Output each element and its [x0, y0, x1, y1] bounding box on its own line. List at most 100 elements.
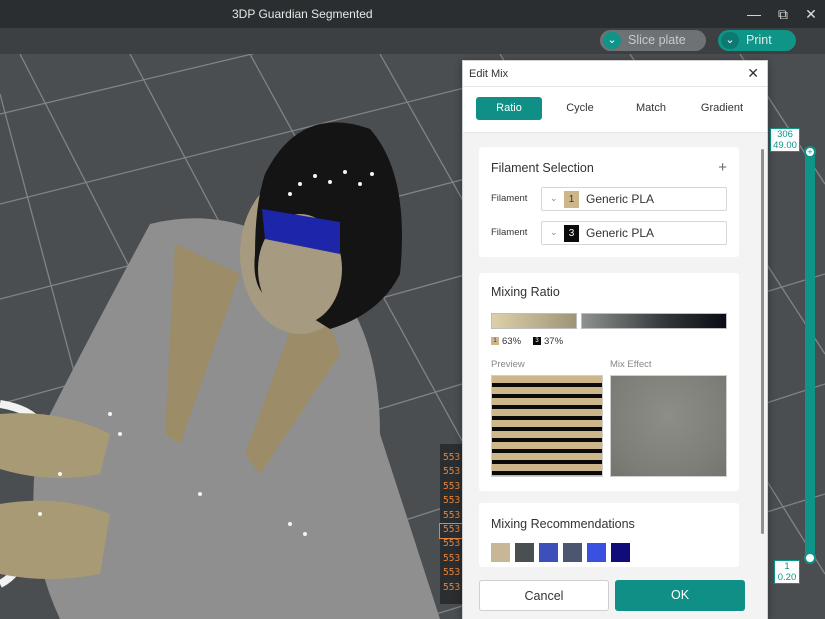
- ok-button[interactable]: OK: [615, 580, 745, 611]
- layer-item-selected[interactable]: 553: [439, 522, 465, 540]
- stripe-band: [492, 376, 602, 383]
- mixing-ratio-heading: Mixing Ratio: [491, 285, 560, 299]
- layer-list[interactable]: 553 553 553 553 553 553 553 553 553 553: [439, 444, 465, 604]
- mix-effect-label: Mix Effect: [610, 359, 652, 370]
- layer-item[interactable]: 553: [440, 538, 464, 552]
- ratio-percent-1: 1 63%: [491, 336, 521, 347]
- print-label: Print: [746, 33, 772, 47]
- stripe-band: [492, 387, 602, 394]
- preview-label: Preview: [491, 359, 525, 370]
- stripe-band: [492, 438, 602, 442]
- stripe-band: [492, 471, 602, 475]
- filament-label: Filament: [491, 193, 528, 204]
- recommendation-swatch[interactable]: [515, 543, 534, 562]
- filament-name: Generic PLA: [586, 192, 655, 206]
- bottom-layer-number: 1: [784, 561, 790, 572]
- layer-item[interactable]: 553: [440, 582, 464, 596]
- ratio-percent-value: 37%: [544, 336, 564, 347]
- stripe-band: [492, 449, 602, 453]
- stripe-band: [492, 427, 602, 431]
- recommendation-swatch[interactable]: [491, 543, 510, 562]
- stripe-band: [492, 431, 602, 438]
- recommendation-swatch[interactable]: [539, 543, 558, 562]
- chevron-down-icon: ⌄: [550, 227, 558, 237]
- recommendation-swatch[interactable]: [587, 543, 606, 562]
- slice-plate-label: Slice plate: [628, 33, 686, 47]
- top-layer-number: 306: [777, 129, 793, 140]
- layer-item[interactable]: 553: [440, 553, 464, 567]
- dialog-footer: Cancel OK: [463, 567, 767, 619]
- mix-mode-tabs: Ratio Cycle Match Gradient: [463, 87, 767, 133]
- slice-plate-button[interactable]: ⌄ Slice plate: [600, 30, 706, 51]
- layer-item[interactable]: 553: [440, 510, 464, 524]
- stripe-band: [492, 460, 602, 464]
- stripe-band: [492, 464, 602, 471]
- bottom-layer-label: 1 0.20: [774, 560, 800, 584]
- window-title: 3DP Guardian Segmented: [232, 7, 373, 21]
- filament-index-badge: 1: [491, 337, 499, 346]
- stripe-band: [492, 420, 602, 427]
- mixing-ratio-card: Mixing Ratio 1 63% 3 37% Preview Mix Effec…: [479, 273, 739, 491]
- tab-cycle[interactable]: Cycle: [547, 97, 613, 120]
- layer-slider-fill: [807, 154, 813, 556]
- top-layer-label: 306 49.00: [770, 128, 800, 152]
- mix-effect-swatch: [610, 375, 727, 477]
- close-icon[interactable]: ✕: [800, 4, 822, 24]
- stripe-band: [492, 405, 602, 409]
- chevron-down-icon[interactable]: ⌄: [603, 32, 621, 49]
- dialog-header: Edit Mix ✕: [463, 61, 767, 87]
- tab-gradient[interactable]: Gradient: [689, 97, 755, 120]
- recommendation-swatch[interactable]: [611, 543, 630, 562]
- plus-icon[interactable]: +: [718, 159, 727, 176]
- tab-ratio[interactable]: Ratio: [476, 97, 542, 120]
- edit-mix-dialog: Edit Mix ✕ Ratio Cycle Match Gradient Fi…: [462, 60, 768, 619]
- mixing-recommendations-heading: Mixing Recommendations: [491, 517, 635, 531]
- print-button[interactable]: ⌄ Print: [718, 30, 796, 51]
- filament-index-badge: 3: [564, 225, 579, 242]
- stripe-band: [492, 394, 602, 398]
- filament-row: Filament ⌄ 3 Generic PLA: [491, 221, 729, 245]
- layer-item[interactable]: 553: [440, 466, 464, 480]
- cancel-button[interactable]: Cancel: [479, 580, 609, 611]
- tab-match[interactable]: Match: [618, 97, 684, 120]
- ratio-bar-filament-1[interactable]: [491, 313, 577, 329]
- filament-label: Filament: [491, 227, 528, 238]
- stripe-band: [492, 453, 602, 460]
- ratio-bar-filament-3[interactable]: [581, 313, 727, 329]
- layer-item[interactable]: 553: [440, 567, 464, 581]
- filament-select[interactable]: ⌄ 1 Generic PLA: [541, 187, 727, 211]
- stripe-band: [492, 442, 602, 449]
- layer-slider-bottom-handle[interactable]: [804, 552, 816, 564]
- recommendation-swatch[interactable]: [563, 543, 582, 562]
- chevron-down-icon[interactable]: ⌄: [721, 32, 739, 49]
- ratio-percent-value: 63%: [502, 336, 522, 347]
- stripe-band: [492, 409, 602, 416]
- dialog-scrollbar[interactable]: [761, 149, 764, 534]
- layer-item[interactable]: 553: [440, 452, 464, 466]
- restore-icon[interactable]: ⧉: [772, 4, 794, 24]
- filament-name: Generic PLA: [586, 226, 655, 240]
- minimize-icon[interactable]: —: [743, 4, 765, 24]
- stripe-preview-graphic: [492, 376, 602, 476]
- filament-selection-card: Filament Selection + Filament ⌄ 1 Generi…: [479, 147, 739, 257]
- bottom-layer-height: 0.20: [777, 572, 797, 583]
- filament-select[interactable]: ⌄ 3 Generic PLA: [541, 221, 727, 245]
- close-icon[interactable]: ✕: [747, 65, 759, 82]
- ratio-percent-3: 3 37%: [533, 336, 563, 347]
- filament-index-badge: 1: [564, 191, 579, 208]
- layer-item[interactable]: 553: [440, 481, 464, 495]
- stripe-preview: [491, 375, 603, 477]
- stripe-band: [492, 383, 602, 387]
- layer-item[interactable]: 553: [440, 495, 464, 509]
- stripe-band: [492, 416, 602, 420]
- filament-index-badge: 3: [533, 337, 541, 346]
- mixing-recommendations-card: Mixing Recommendations: [479, 503, 739, 567]
- filament-selection-heading: Filament Selection: [491, 161, 594, 175]
- stripe-band: [492, 398, 602, 405]
- top-layer-height: 49.00: [773, 140, 797, 151]
- stripe-band: [492, 475, 602, 476]
- chevron-down-icon: ⌄: [550, 193, 558, 203]
- dialog-title: Edit Mix: [469, 68, 509, 80]
- filament-row: Filament ⌄ 1 Generic PLA: [491, 187, 729, 211]
- layer-slider-top-handle[interactable]: +: [804, 146, 816, 158]
